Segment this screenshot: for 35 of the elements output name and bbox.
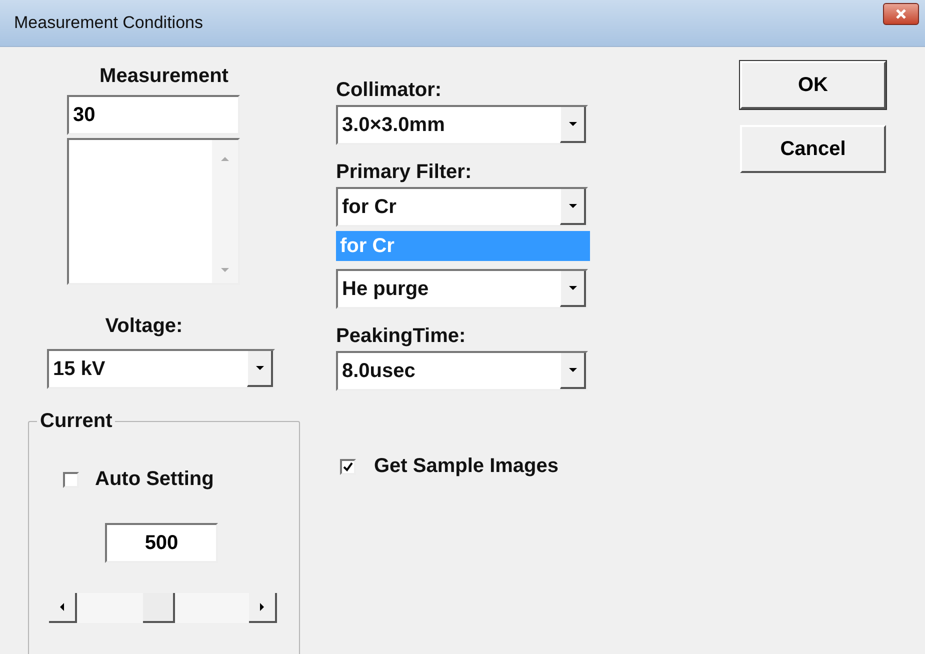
close-icon: [894, 8, 908, 20]
measurement-label: Measurement: [100, 64, 228, 89]
current-field[interactable]: 500: [105, 523, 218, 563]
dropdown-label: Collimator:: [336, 78, 443, 103]
checkbox[interactable]: [63, 472, 79, 488]
right-arrow-icon: [259, 602, 265, 612]
dropdown-label: Primary Filter:: [336, 160, 473, 185]
scroll-bar[interactable]: [212, 140, 238, 283]
voltage-label: Voltage:: [105, 314, 183, 339]
caret-icon: [568, 203, 578, 209]
voltage-dropdown[interactable]: 15 kV: [47, 349, 275, 389]
window-title: Measurement Conditions: [14, 13, 203, 33]
scroll-down-icon: [220, 267, 230, 273]
dropdown-label: PeakingTime:: [336, 324, 467, 349]
checkbox[interactable]: [340, 458, 356, 474]
auto-setting-label: Auto Setting: [95, 468, 214, 491]
dropdown[interactable]: He purge: [336, 269, 588, 309]
caret-icon: [568, 285, 578, 291]
caret-icon: [568, 367, 578, 373]
caret-icon: [254, 365, 264, 371]
dialog-button[interactable]: Cancel: [740, 125, 886, 173]
dialog-button[interactable]: OK: [740, 61, 886, 109]
scroll-right-button[interactable]: [249, 593, 277, 623]
check-icon: [342, 460, 354, 472]
measurement-field[interactable]: 30: [67, 95, 240, 135]
dropdown[interactable]: 8.0usec: [336, 351, 588, 391]
slider-thumb[interactable]: [142, 593, 175, 623]
dropdown[interactable]: 3.0×3.0mm: [336, 105, 588, 145]
caret-icon: [568, 121, 578, 127]
get-sample-images-label: Get Sample Images: [374, 455, 559, 478]
close-button[interactable]: [883, 3, 919, 25]
scroll-up-icon: [220, 156, 230, 162]
dropdown[interactable]: for Cr: [336, 187, 588, 227]
left-arrow-icon: [59, 602, 65, 612]
list-box[interactable]: [67, 138, 240, 285]
